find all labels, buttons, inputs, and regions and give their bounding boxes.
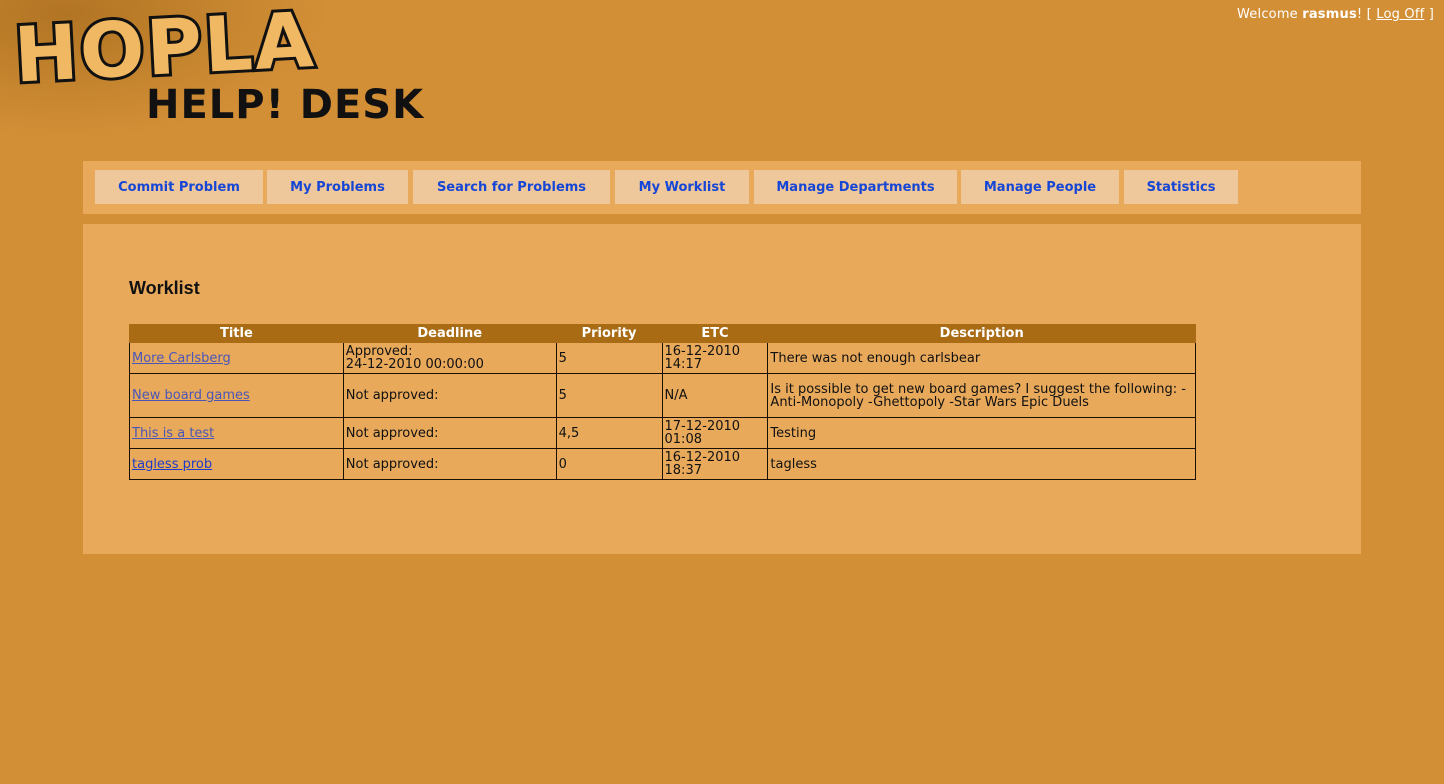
column-header-deadline: Deadline — [342, 324, 557, 343]
deadline-cell: Not approved: — [342, 373, 557, 418]
column-header-title: Title — [129, 324, 344, 343]
logoff-link[interactable]: Log Off — [1376, 7, 1424, 22]
description-cell: tagless — [767, 448, 1196, 480]
nav-my-worklist[interactable]: My Worklist — [615, 170, 749, 204]
etc-time: 01:08 — [664, 432, 702, 447]
etc-cell: 16-12-2010 18:37 — [661, 448, 769, 480]
column-header-description: Description — [767, 324, 1196, 343]
username: rasmus — [1302, 7, 1357, 22]
bracket-close: ] — [1424, 7, 1434, 22]
table-row: tagless prob Not approved: 0 16-12-2010 1… — [129, 448, 1196, 480]
content-panel: Worklist Title Deadline Priority ETC Des… — [83, 224, 1361, 554]
deadline-cell: Approved: 24-12-2010 00:00:00 — [342, 342, 557, 374]
table-row: This is a test Not approved: 4,5 17-12-2… — [129, 417, 1196, 449]
priority-cell: 0 — [555, 448, 663, 480]
title-cell: More Carlsberg — [129, 342, 344, 374]
table-row: New board games Not approved: 5 N/A Is i… — [129, 373, 1196, 418]
nav-my-problems[interactable]: My Problems — [267, 170, 408, 204]
nav-manage-departments[interactable]: Manage Departments — [754, 170, 957, 204]
etc-time: 18:37 — [664, 463, 702, 478]
welcome-message: Welcome rasmus! [ Log Off ] — [1237, 7, 1434, 22]
logo-helpdesk-text: HELP! DESK — [146, 82, 425, 128]
title-cell: tagless prob — [129, 448, 344, 480]
deadline-status: Not approved: — [345, 388, 439, 403]
column-header-priority: Priority — [555, 324, 663, 343]
title-cell: New board games — [129, 373, 344, 418]
etc-time: 14:17 — [664, 357, 702, 372]
problem-link[interactable]: New board games — [132, 388, 250, 403]
nav-statistics[interactable]: Statistics — [1124, 170, 1238, 204]
description-cell: Is it possible to get new board games? I… — [767, 373, 1196, 418]
problem-link[interactable]: More Carlsberg — [132, 351, 231, 366]
table-row: More Carlsberg Approved: 24-12-2010 00:00… — [129, 342, 1196, 374]
column-header-etc: ETC — [661, 324, 769, 343]
etc-cell: N/A — [661, 373, 769, 418]
deadline-cell: Not approved: — [342, 448, 557, 480]
title-cell: This is a test — [129, 417, 344, 449]
nav-search-problems[interactable]: Search for Problems — [413, 170, 610, 204]
etc-cell: 17-12-2010 01:08 — [661, 417, 769, 449]
deadline-cell: Not approved: — [342, 417, 557, 449]
description-cell: There was not enough carlsbear — [767, 342, 1196, 374]
problem-link[interactable]: This is a test — [132, 426, 214, 441]
table-header-row: Title Deadline Priority ETC Description — [129, 324, 1196, 343]
welcome-prefix: Welcome — [1237, 7, 1303, 22]
priority-cell: 5 — [555, 373, 663, 418]
priority-cell: 4,5 — [555, 417, 663, 449]
main-nav: Commit Problem My Problems Search for Pr… — [83, 161, 1361, 214]
welcome-suffix: ! [ — [1356, 7, 1377, 22]
hopla-logo: HOPLA HELP! DESK — [10, 4, 430, 128]
nav-commit-problem[interactable]: Commit Problem — [95, 170, 263, 204]
deadline-status: Not approved: — [345, 425, 439, 441]
worklist-table: Title Deadline Priority ETC Description … — [129, 324, 1196, 480]
etc-date: N/A — [664, 388, 688, 403]
etc-cell: 16-12-2010 14:17 — [661, 342, 769, 374]
deadline-date: 24-12-2010 00:00:00 — [345, 357, 484, 372]
page-title: Worklist — [129, 278, 200, 298]
description-cell: Testing — [767, 417, 1196, 449]
priority-cell: 5 — [555, 342, 663, 374]
nav-manage-people[interactable]: Manage People — [961, 170, 1119, 204]
deadline-status: Not approved: — [345, 456, 439, 472]
problem-link[interactable]: tagless prob — [132, 457, 212, 472]
